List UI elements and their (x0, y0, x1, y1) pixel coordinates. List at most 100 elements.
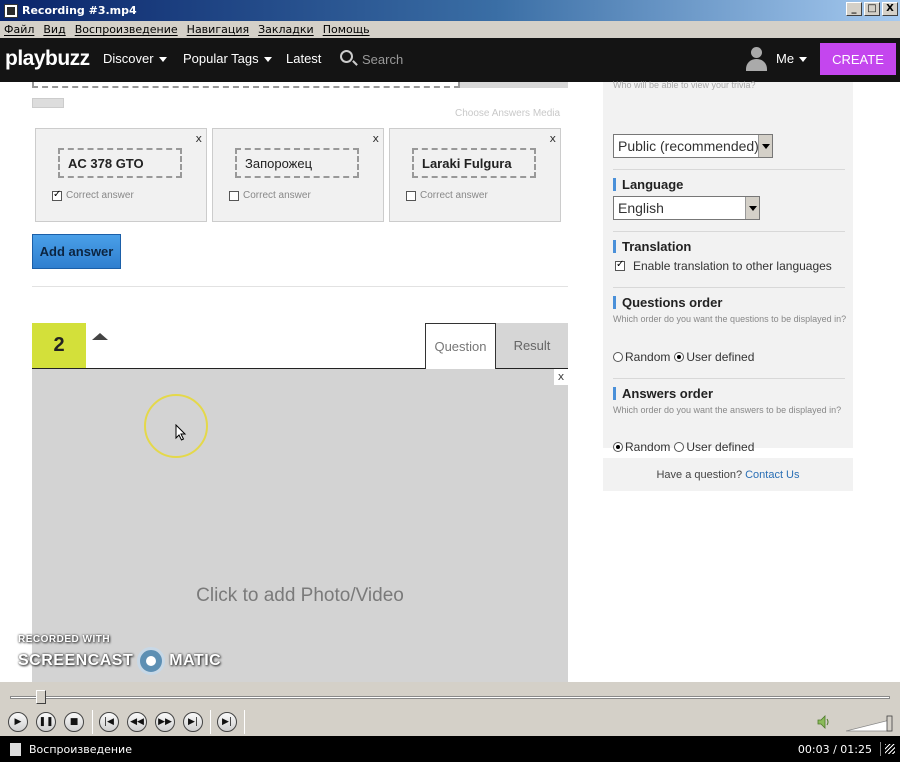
resize-grip-icon[interactable] (880, 742, 898, 756)
questions-order-user-defined-label: User defined (686, 350, 755, 364)
language-value: English (618, 200, 664, 216)
search-input[interactable] (362, 49, 482, 69)
menu-bookmarks[interactable]: Закладки (258, 23, 314, 36)
playback-time: 00:03 / 01:25 (797, 742, 872, 756)
questions-order-desc: Which order do you want the questions to… (613, 314, 847, 324)
seek-thumb[interactable] (36, 690, 46, 704)
window-title: Recording #3.mp4 (22, 4, 137, 17)
separator (210, 710, 211, 734)
maximize-button[interactable]: □ (864, 2, 880, 16)
watermark-left: SCREENCAST (18, 652, 134, 669)
translation-checkbox[interactable] (615, 259, 625, 271)
correct-answer-row[interactable]: Correct answer (229, 190, 311, 201)
help-box: Have a question? Contact Us (603, 458, 853, 491)
frame-step-icon[interactable]: ▶| (217, 712, 237, 732)
menu-file[interactable]: Файл (4, 23, 34, 36)
nav-discover-label: Discover (103, 51, 154, 66)
seekbar[interactable] (0, 682, 900, 706)
playback-status: Воспроизведение (29, 742, 132, 756)
status-bar: Воспроизведение 00:03 / 01:25 (0, 736, 900, 762)
dashed-input-remnant[interactable] (32, 82, 460, 88)
seek-track[interactable] (10, 696, 890, 699)
correct-answer-checkbox[interactable] (229, 190, 239, 201)
volume-slider[interactable] (846, 712, 894, 732)
caret-up-icon[interactable] (92, 333, 108, 340)
questions-order-heading: Questions order (613, 296, 722, 309)
help-text: Have a question? (656, 468, 743, 481)
correct-answer-row[interactable]: Correct answer (406, 190, 488, 201)
screencast-watermark: RECORDED WITH SCREENCAST MATIC (18, 634, 221, 675)
stop-icon[interactable]: ■ (64, 712, 84, 732)
add-answer-button[interactable]: Add answer (32, 234, 121, 269)
answers-order-user-defined-radio[interactable] (674, 442, 685, 452)
menu-help[interactable]: Помощь (323, 23, 370, 36)
rewind-icon[interactable]: ◀◀ (127, 712, 147, 732)
translation-option[interactable]: Enable translation to other languages (615, 259, 832, 273)
gray-strip (460, 82, 568, 88)
menu-playback[interactable]: Воспроизведение (75, 23, 178, 36)
skip-back-icon[interactable]: |◀ (99, 712, 119, 732)
visibility-value: Public (recommended) (618, 138, 759, 154)
divider (613, 231, 845, 232)
watermark-recorded-with: RECORDED WITH (18, 634, 111, 645)
correct-answer-row[interactable]: Correct answer (52, 189, 134, 201)
visibility-select[interactable]: Public (recommended) (613, 134, 773, 158)
tab-question[interactable]: Question (425, 323, 496, 369)
nav-discover[interactable]: Discover (103, 51, 167, 66)
visibility-hint: Who will be able to view your trivia? (613, 80, 756, 90)
answers-order-random-radio[interactable] (613, 442, 623, 452)
search-icon[interactable] (340, 50, 353, 63)
language-heading: Language (613, 178, 683, 191)
question-number: 2 (32, 323, 86, 368)
questions-order-random-radio[interactable] (613, 352, 623, 362)
correct-answer-label: Correct answer (243, 190, 311, 201)
contact-us-link[interactable]: Contact Us (745, 469, 799, 481)
answers-order-heading: Answers order (613, 387, 713, 400)
skip-forward-icon[interactable]: ▶| (183, 712, 203, 732)
fast-forward-icon[interactable]: ▶▶ (155, 712, 175, 732)
dropdown-arrow-icon (745, 197, 759, 219)
answer-text-field[interactable]: Запорожец (235, 148, 359, 178)
media-toggle[interactable] (32, 98, 64, 108)
tab-result[interactable]: Result (496, 323, 568, 368)
correct-answer-label: Correct answer (66, 190, 134, 201)
answers-order-random-label: Random (625, 440, 671, 454)
answer-card: x Запорожец Correct answer (212, 128, 384, 222)
close-icon[interactable]: x (554, 369, 568, 385)
menu-navigation[interactable]: Навигация (187, 23, 249, 36)
close-icon[interactable]: x (549, 132, 556, 145)
close-icon[interactable]: x (195, 132, 202, 145)
chevron-down-icon (263, 57, 272, 63)
answer-text-field[interactable]: AC 378 GTO (58, 148, 182, 178)
correct-answer-checkbox[interactable] (52, 189, 62, 201)
divider (613, 378, 845, 379)
speaker-icon[interactable] (816, 714, 832, 730)
translation-heading: Translation (613, 240, 691, 253)
minimize-button[interactable]: _ (846, 2, 862, 16)
playbuzz-logo[interactable]: playbuzz (5, 47, 90, 71)
close-icon[interactable]: x (372, 132, 379, 145)
menu-view[interactable]: Вид (43, 23, 65, 36)
divider (613, 169, 845, 170)
avatar[interactable] (745, 47, 767, 71)
chevron-down-icon (799, 57, 808, 63)
choose-answers-media[interactable]: Choose Answers Media (455, 108, 560, 119)
nav-popular-tags[interactable]: Popular Tags (183, 51, 272, 66)
create-button[interactable]: CREATE (820, 43, 896, 75)
questions-order-user-defined-radio[interactable] (674, 352, 685, 362)
dropdown-arrow-icon (758, 135, 772, 157)
add-media-prompt: Click to add Photo/Video (196, 585, 404, 606)
answers-order-desc: Which order do you want the answers to b… (613, 405, 842, 415)
close-button[interactable]: X (882, 2, 898, 16)
app-icon (4, 3, 18, 18)
language-select[interactable]: English (613, 196, 760, 220)
mouse-cursor-icon (175, 424, 187, 441)
nav-latest[interactable]: Latest (286, 51, 321, 66)
pause-icon[interactable]: ❚❚ (36, 712, 56, 732)
nav-me-label: Me (776, 51, 795, 66)
play-icon[interactable]: ▶ (8, 712, 28, 732)
correct-answer-checkbox[interactable] (406, 190, 416, 201)
answer-text-field[interactable]: Laraki Fulgura (412, 148, 536, 178)
nav-me[interactable]: Me (776, 51, 808, 66)
questions-order-options: Random User defined (613, 350, 754, 364)
